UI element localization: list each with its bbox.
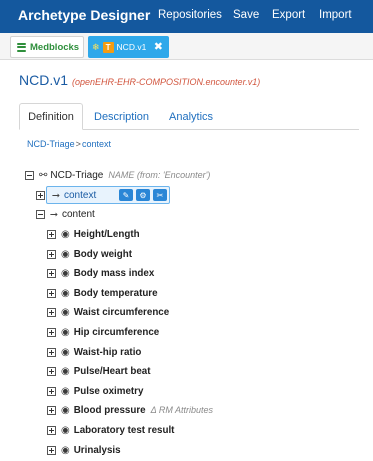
observation-icon: ◉ (61, 306, 70, 318)
tree-item-label: Body temperature (73, 287, 158, 299)
expand-toggle[interactable] (47, 307, 56, 317)
tree-root-label: NCD-Triage (50, 169, 104, 181)
tree-item-row[interactable]: ◉ Pulse oximetry (47, 383, 143, 399)
breadcrumb-current[interactable]: context (82, 139, 111, 149)
tree-item-label: Pulse oximetry (73, 385, 144, 397)
content-label: content (62, 208, 95, 220)
tree-item-row[interactable]: ◉ Waist-hip ratio (47, 344, 141, 360)
breadcrumb: NCD-Triage>context (27, 139, 111, 149)
menu-save[interactable]: Save (233, 9, 259, 21)
expand-toggle[interactable] (47, 249, 56, 259)
tab-analytics[interactable]: Analytics (169, 111, 213, 123)
tree-item-hint: Δ RM Attributes (150, 405, 213, 415)
menu-export[interactable]: Export (272, 9, 305, 21)
tree-item-row[interactable]: ◉ Blood pressure Δ RM Attributes (47, 402, 213, 418)
settings-icon[interactable]: ⚙ (136, 189, 150, 201)
template-badge: T (102, 41, 114, 53)
tree-item-row[interactable]: ◉ Body temperature (47, 285, 158, 301)
tree-item-row[interactable]: ◉ Urinalysis (47, 442, 121, 458)
document-tab-bar: Medblocks ❄ T NCD.v1 ✖ (0, 33, 373, 60)
page-title-text: NCD.v1 (19, 72, 69, 88)
stack-icon (17, 42, 26, 52)
tree-root-hint: NAME (from: 'Encounter') (108, 170, 211, 180)
observation-icon: ◉ (61, 424, 70, 436)
collapse-toggle[interactable] (25, 170, 34, 180)
observation-icon: ◉ (61, 404, 70, 416)
app-brand[interactable]: Archetype Designer (18, 7, 150, 23)
tree-item-row[interactable]: ◉ Body mass index (47, 265, 154, 281)
tree-item-label: Height/Length (73, 228, 140, 240)
breadcrumb-parent[interactable]: NCD-Triage (27, 139, 75, 149)
expand-toggle[interactable] (47, 327, 56, 337)
context-expand-row[interactable] (36, 187, 45, 203)
tree-item-label: Hip circumference (73, 326, 160, 338)
tree-item-row[interactable]: ◉ Pulse/Heart beat (47, 363, 151, 379)
expand-toggle[interactable] (47, 268, 56, 278)
tree-item-label: Waist-hip ratio (73, 346, 142, 358)
observation-icon: ◉ (61, 346, 70, 358)
tree-item-label: Body weight (73, 248, 132, 260)
tree-item-label: Waist circumference (73, 306, 170, 318)
collapse-toggle[interactable] (36, 209, 45, 219)
expand-toggle[interactable] (47, 405, 56, 415)
page-title: NCD.v1 (openEHR-EHR-COMPOSITION.encounter… (19, 72, 260, 88)
tree-item-row[interactable]: ◉ Waist circumference (47, 304, 169, 320)
file-tab-ncd[interactable]: ❄ T NCD.v1 ✖ (88, 36, 169, 58)
tree-item-label: Blood pressure (73, 404, 146, 416)
observation-icon: ◉ (61, 326, 70, 338)
tree-item-row[interactable]: ◉ Body weight (47, 246, 132, 262)
tree-item-row[interactable]: ◉ Hip circumference (47, 324, 159, 340)
context-label: context (64, 189, 97, 201)
composition-icon: ⚯ (39, 169, 48, 181)
tree-item-label: Body mass index (73, 267, 155, 279)
tree-item-row[interactable]: ◉ Height/Length (47, 226, 140, 242)
observation-icon: ◉ (61, 267, 70, 279)
expand-toggle[interactable] (47, 445, 56, 455)
expand-toggle[interactable] (36, 190, 45, 200)
observation-icon: ◉ (61, 248, 70, 260)
breadcrumb-separator: > (75, 139, 81, 149)
close-icon[interactable]: ✖ (154, 40, 163, 53)
expand-toggle[interactable] (47, 347, 56, 357)
attribute-arrow-icon: ⭢ (50, 208, 58, 220)
observation-icon: ◉ (61, 444, 70, 456)
tree-item-label: Laboratory test result (73, 424, 175, 436)
medblocks-tab-label: Medblocks (30, 41, 80, 53)
tree-root-row[interactable]: ⚯ NCD-Triage NAME (from: 'Encounter') (25, 167, 210, 183)
medblocks-tab[interactable]: Medblocks (10, 36, 84, 58)
snowflake-icon: ❄ (92, 41, 100, 52)
edit-icon[interactable]: ✎ (119, 189, 133, 201)
content-node-row[interactable]: ⭢ content (36, 206, 95, 222)
expand-toggle[interactable] (47, 229, 56, 239)
context-node-selected[interactable]: ⭢ context ✎ ⚙ ✂ (46, 186, 170, 204)
top-navbar: Archetype Designer Repositories Save Exp… (0, 0, 373, 33)
tree-item-row[interactable]: ◉ Laboratory test result (47, 422, 174, 438)
menu-import[interactable]: Import (319, 9, 352, 21)
tree-item-label: Urinalysis (73, 444, 121, 456)
observation-icon: ◉ (61, 385, 70, 397)
observation-icon: ◉ (61, 287, 70, 299)
tab-description[interactable]: Description (94, 111, 149, 123)
expand-toggle[interactable] (47, 366, 56, 376)
expand-toggle[interactable] (47, 288, 56, 298)
tab-definition[interactable]: Definition (19, 103, 83, 130)
observation-icon: ◉ (61, 228, 70, 240)
menu-repositories[interactable]: Repositories (158, 9, 222, 21)
observation-icon: ◉ (61, 365, 70, 377)
attribute-arrow-icon: ⭢ (52, 189, 60, 201)
tree-item-label: Pulse/Heart beat (73, 365, 151, 377)
archetype-id: (openEHR-EHR-COMPOSITION.encounter.v1) (72, 77, 261, 87)
file-tab-label: NCD.v1 (116, 42, 147, 52)
expand-toggle[interactable] (47, 425, 56, 435)
expand-toggle[interactable] (47, 386, 56, 396)
cut-icon[interactable]: ✂ (153, 189, 167, 201)
